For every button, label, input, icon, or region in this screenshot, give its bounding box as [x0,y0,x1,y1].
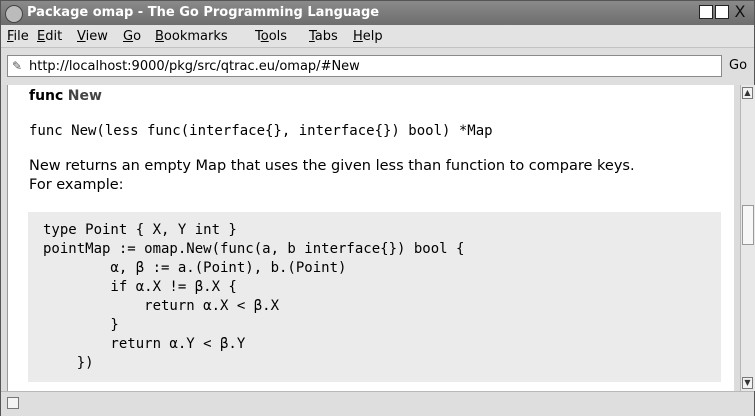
app-icon[interactable] [5,5,23,23]
function-signature: func New(less func(interface{}, interfac… [29,123,493,139]
menu-bookmarks[interactable]: Bookmarks [155,29,228,44]
code-line: }) [43,355,94,371]
title-bar[interactable]: Package omap - The Go Programming Langua… [1,1,754,25]
minimize-button[interactable] [699,5,713,19]
menu-help[interactable]: Help [353,29,383,44]
menu-bar: File Edit View Go Bookmarks Tools Tabs H… [1,25,754,48]
status-bar [1,391,754,416]
scroll-thumb[interactable] [742,205,754,245]
vertical-scrollbar[interactable]: ▲ ▼ [740,85,755,391]
go-button[interactable]: Go [729,58,747,73]
code-line: } [43,317,119,333]
menu-file[interactable]: File [7,29,29,44]
page-icon: ✎ [12,59,23,73]
heading-keyword: func [29,88,64,104]
function-description: New returns an empty Map that uses the g… [29,157,719,195]
menu-tabs[interactable]: Tabs [309,29,338,44]
function-heading: func New [29,88,102,104]
url-input[interactable]: ✎ http://localhost:9000/pkg/src/qtrac.eu… [7,55,722,77]
menu-tools[interactable]: Tools [255,29,287,44]
description-line: For example: [29,177,124,193]
code-example: type Point { X, Y int } pointMap := omap… [28,212,721,382]
close-button[interactable]: X [733,4,747,20]
status-icon[interactable] [7,397,19,409]
scroll-up-icon[interactable]: ▲ [742,87,753,99]
code-line: pointMap := omap.New(func(a, b interface… [43,241,465,257]
maximize-button[interactable] [715,5,729,19]
code-line: type Point { X, Y int } [43,222,237,238]
window-title: Package omap - The Go Programming Langua… [27,5,380,20]
menu-edit[interactable]: Edit [37,29,62,44]
code-line: return α.Y < β.Y [43,336,246,352]
code-line: α, β := a.(Point), b.(Point) [43,260,347,276]
menu-go[interactable]: Go [123,29,141,44]
code-line: if α.X != β.X { [43,279,237,295]
url-text[interactable]: http://localhost:9000/pkg/src/qtrac.eu/o… [29,59,360,74]
menu-view[interactable]: View [77,29,108,44]
scroll-down-icon[interactable]: ▼ [742,377,753,389]
code-line: return α.X < β.X [43,298,280,314]
browser-window: Package omap - The Go Programming Langua… [0,0,755,416]
description-line: New returns an empty Map that uses the g… [29,158,635,174]
page-content: func New func New(less func(interface{},… [7,85,734,391]
heading-name: New [67,88,102,104]
navigation-bar: ✎ http://localhost:9000/pkg/src/qtrac.eu… [1,48,754,85]
